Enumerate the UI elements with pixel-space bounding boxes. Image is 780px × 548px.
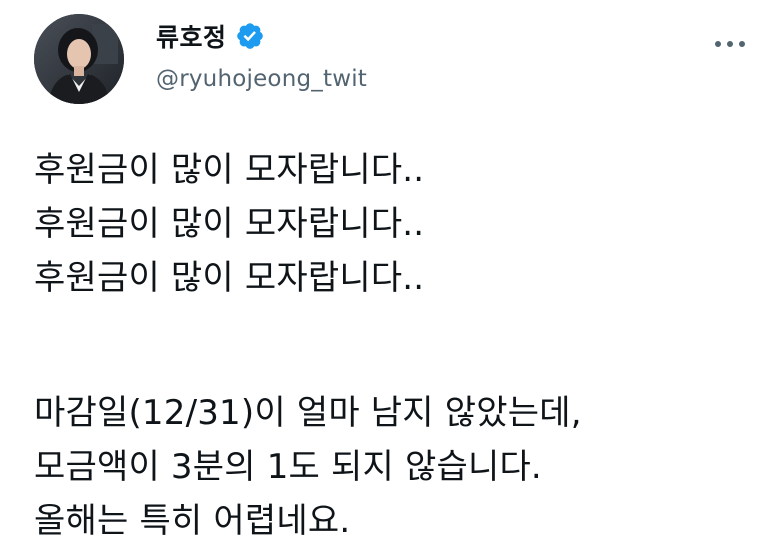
tweet-card: 류호정 @ryuhojeong_twit 후원금이 많이 모자랍니다.. 후원금… bbox=[0, 0, 780, 542]
author-names: 류호정 @ryuhojeong_twit bbox=[156, 18, 367, 92]
display-name-row: 류호정 bbox=[156, 18, 367, 54]
tweet-header: 류호정 @ryuhojeong_twit bbox=[34, 14, 754, 106]
avatar-image bbox=[34, 14, 124, 104]
tweet-line: 모금액이 3분의 1도 되지 않습니다. bbox=[34, 447, 542, 487]
user-handle[interactable]: @ryuhojeong_twit bbox=[156, 66, 367, 92]
tweet-line: 후원금이 많이 모자랍니다.. bbox=[34, 204, 425, 244]
more-dots-icon[interactable] bbox=[710, 32, 750, 56]
verified-badge-icon bbox=[235, 21, 265, 51]
tweet-text: 후원금이 많이 모자랍니다.. 후원금이 많이 모자랍니다.. 후원금이 많이 … bbox=[34, 143, 764, 548]
tweet-line: 마감일(12/31)이 얼마 남지 않았는데, bbox=[34, 393, 582, 433]
display-name[interactable]: 류호정 bbox=[156, 18, 227, 54]
tweet-line: 후원금이 많이 모자랍니다.. bbox=[34, 150, 425, 190]
avatar[interactable] bbox=[34, 14, 124, 104]
tweet-line: 후원금이 많이 모자랍니다.. bbox=[34, 258, 425, 298]
tweet-line: 올해는 특히 어렵네요. bbox=[34, 501, 351, 541]
paragraph-break bbox=[34, 305, 764, 386]
